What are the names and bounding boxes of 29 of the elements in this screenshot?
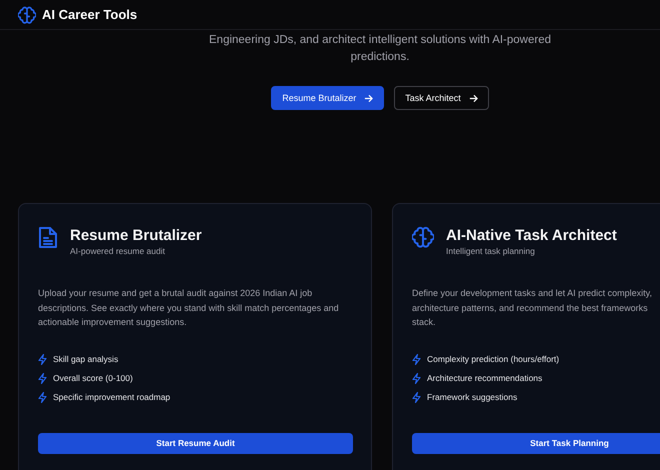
- card-subtitle: Intelligent task planning: [446, 246, 536, 256]
- card-title: AI-Native Task Architect: [446, 227, 617, 244]
- feature-text: Skill gap analysis: [53, 354, 118, 364]
- feature-text: Specific improvement roadmap: [53, 392, 170, 402]
- arrow-right-icon: [468, 94, 478, 102]
- start-button[interactable]: Start Resume Audit: [38, 432, 353, 454]
- feature-text: Framework suggestions: [427, 392, 518, 402]
- feature-text: Complexity prediction (hours/effort): [427, 354, 560, 364]
- feature-text: Architecture recommendations: [427, 373, 542, 383]
- card-title: Resume Brutalizer: [70, 227, 202, 244]
- lightning-icon: [38, 372, 47, 384]
- start-button[interactable]: Start Task Planning: [412, 432, 660, 454]
- lightning-icon: [412, 354, 421, 364]
- nav-button[interactable]: Resume Brutalizer: [271, 86, 384, 110]
- app-title: AI Career Tools: [42, 7, 138, 22]
- lightning-icon: [38, 392, 47, 402]
- brain-icon: [412, 226, 434, 248]
- card-description: Upload your resume and get a brutal audit against 2026 Indian AI job descriptions. See exactly where you stand with skill match percentages and actionable improvement suggestions.: [38, 287, 340, 329]
- hero-description: Engineering JDs, and architect intelligent solutions with AI-powered predictions.: [208, 33, 552, 65]
- card-description: Define your development tasks and let AI predict complexity, architecture patterns, and recommend the best frameworks stack.: [412, 287, 653, 329]
- document-icon: [38, 226, 58, 249]
- nav-button[interactable]: Task Architect: [394, 86, 489, 110]
- card-subtitle: AI-powered resume audit: [70, 246, 166, 256]
- lightning-icon: [412, 392, 421, 402]
- feature-text: Overall score (0-100): [53, 373, 133, 383]
- lightning-icon: [412, 372, 421, 384]
- lightning-icon: [38, 354, 47, 364]
- arrow-right-icon: [364, 94, 374, 102]
- brain-icon: [18, 6, 36, 24]
